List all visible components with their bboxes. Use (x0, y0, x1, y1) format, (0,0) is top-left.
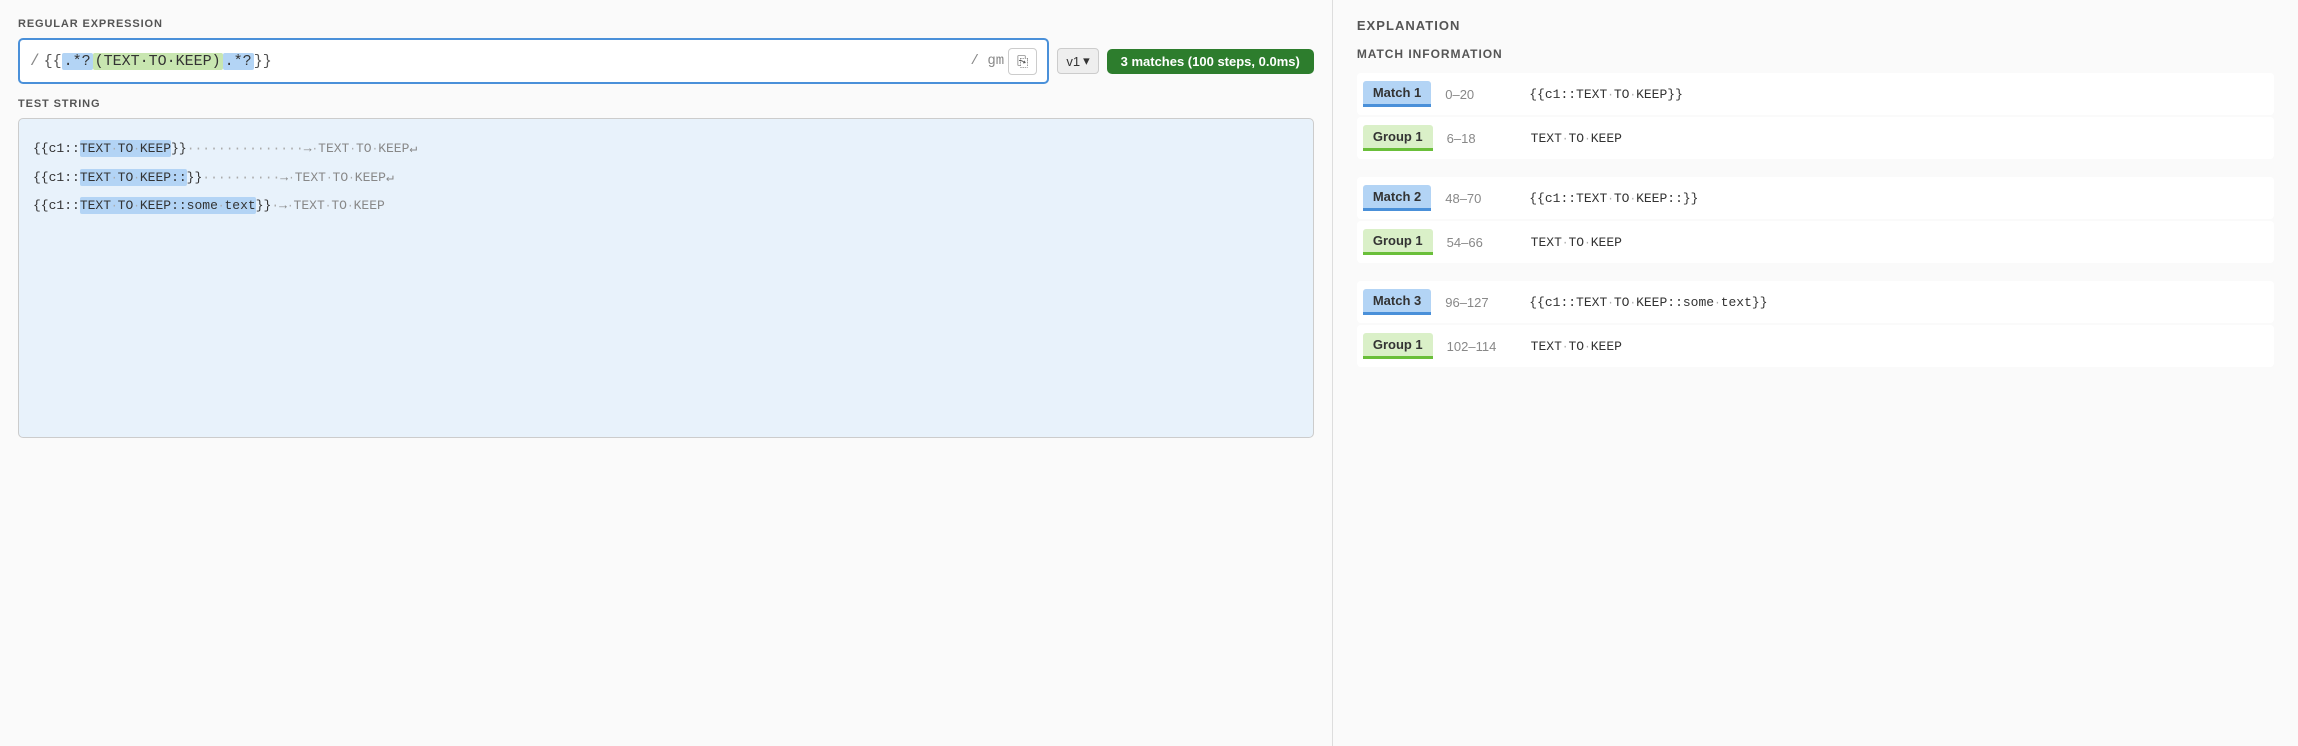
match-3-value: {{c1::TEXT·TO·KEEP::some·text}} (1529, 295, 1767, 310)
regex-open-slash: / (30, 52, 40, 70)
match-section-3: Match 3 96–127 {{c1::TEXT·TO·KEEP::some·… (1357, 281, 2274, 367)
group-row-2: Group 1 54–66 TEXT·TO·KEEP (1357, 221, 2274, 263)
line2-match: TEXT·TO·KEEP:: (80, 169, 187, 186)
regex-input[interactable]: / {{ .*? (TEXT·TO·KEEP) .*? }} / gm ⎘ (18, 38, 1049, 84)
test-line-1: {{c1::TEXT·TO·KEEP}}···············→·TEX… (33, 135, 1299, 164)
group-3-value: TEXT·TO·KEEP (1531, 339, 1622, 354)
group-2-label: Group 1 (1363, 229, 1433, 255)
re-close-curly: }} (254, 53, 272, 70)
re-open-curly: {{ (44, 53, 62, 70)
group-1-value: TEXT·TO·KEEP (1531, 131, 1622, 146)
test-line-3: {{c1::TEXT·TO·KEEP::some·text}}·→·TEXT·T… (33, 192, 1299, 221)
line2-suffix: }} (187, 170, 203, 185)
match-row-2: Match 2 48–70 {{c1::TEXT·TO·KEEP::}} (1357, 177, 2274, 219)
group-3-label: Group 1 (1363, 333, 1433, 359)
line1-match: TEXT·TO·KEEP (80, 140, 171, 157)
line3-match: TEXT·TO·KEEP::some·text (80, 197, 256, 214)
line3-dots: · (271, 198, 279, 213)
match-row-3: Match 3 96–127 {{c1::TEXT·TO·KEEP::some·… (1357, 281, 2274, 323)
group-1-range: 6–18 (1447, 131, 1517, 146)
line2-arrow: →·TEXT·TO·KEEP↵ (280, 170, 394, 185)
match-1-label: Match 1 (1363, 81, 1431, 107)
match-3-range: 96–127 (1445, 295, 1515, 310)
version-chevron-icon: ▾ (1083, 53, 1090, 69)
group-3-range: 102–114 (1447, 339, 1517, 354)
group-row-1: Group 1 6–18 TEXT·TO·KEEP (1357, 117, 2274, 159)
test-line-2: {{c1::TEXT·TO·KEEP::}}··········→·TEXT·T… (33, 164, 1299, 193)
regex-flags: / gm (971, 53, 1005, 69)
line1-prefix: {{c1:: (33, 141, 80, 156)
match-row-1: Match 1 0–20 {{c1::TEXT·TO·KEEP}} (1357, 73, 2274, 115)
group-2-range: 54–66 (1447, 235, 1517, 250)
explanation-title: EXPLANATION (1357, 18, 2274, 33)
version-label: v1 (1066, 54, 1080, 69)
regex-bar: v1 ▾ 3 matches (100 steps, 0.0ms) / {{ .… (18, 38, 1314, 84)
line1-dots: ··············· (187, 141, 304, 156)
test-string-box[interactable]: {{c1::TEXT·TO·KEEP}}···············→·TEX… (18, 118, 1314, 438)
match-1-value: {{c1::TEXT·TO·KEEP}} (1529, 87, 1683, 102)
line1-arrow: →·TEXT·TO·KEEP↵ (304, 141, 418, 156)
line3-prefix: {{c1:: (33, 198, 80, 213)
left-panel: REGULAR EXPRESSION v1 ▾ 3 matches (100 s… (0, 0, 1333, 746)
match-2-label: Match 2 (1363, 185, 1431, 211)
match-3-label: Match 3 (1363, 289, 1431, 315)
match-1-range: 0–20 (1445, 87, 1515, 102)
match-info-title: MATCH INFORMATION (1357, 47, 2274, 61)
re-dotstar1: .*? (62, 53, 93, 70)
group-2-value: TEXT·TO·KEEP (1531, 235, 1622, 250)
re-group: (TEXT·TO·KEEP) (93, 53, 223, 70)
re-dotstar2: .*? (223, 53, 254, 70)
match-2-value: {{c1::TEXT·TO·KEEP::}} (1529, 191, 1698, 206)
regex-content: {{ .*? (TEXT·TO·KEEP) .*? }} (44, 53, 272, 70)
group-row-3: Group 1 102–114 TEXT·TO·KEEP (1357, 325, 2274, 367)
version-selector[interactable]: v1 ▾ (1057, 48, 1098, 74)
group-1-label: Group 1 (1363, 125, 1433, 151)
match-2-range: 48–70 (1445, 191, 1515, 206)
match-count-badge: 3 matches (100 steps, 0.0ms) (1107, 49, 1314, 74)
line2-prefix: {{c1:: (33, 170, 80, 185)
line3-arrow: →·TEXT·TO·KEEP (279, 198, 385, 213)
line1-suffix: }} (171, 141, 187, 156)
regex-section-label: REGULAR EXPRESSION (18, 18, 1314, 30)
copy-regex-button[interactable]: ⎘ (1008, 48, 1037, 75)
line3-suffix: }} (256, 198, 272, 213)
line2-dots: ·········· (202, 170, 280, 185)
right-panel: EXPLANATION MATCH INFORMATION Match 1 0–… (1333, 0, 2298, 746)
test-string-label: TEST STRING (18, 98, 1314, 110)
match-section-2: Match 2 48–70 {{c1::TEXT·TO·KEEP::}} Gro… (1357, 177, 2274, 263)
match-section-1: Match 1 0–20 {{c1::TEXT·TO·KEEP}} Group … (1357, 73, 2274, 159)
